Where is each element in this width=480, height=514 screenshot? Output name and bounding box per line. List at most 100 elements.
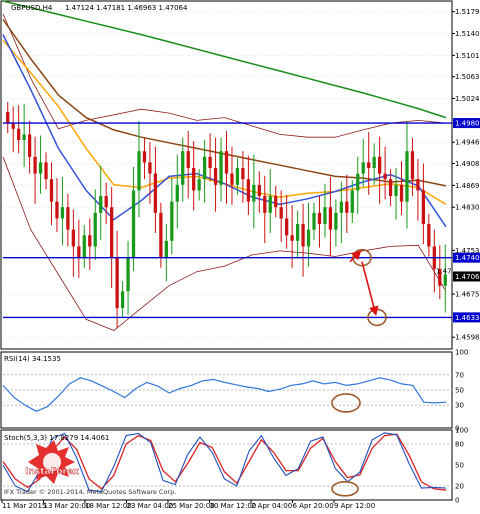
current-price-left-label: 1.47 <box>436 267 452 275</box>
candle-body <box>99 196 103 213</box>
candle-body <box>334 212 338 230</box>
time-tick-label: 6 Apr 20:00 <box>293 502 334 510</box>
level-tag-label: 1.47400 <box>455 254 480 262</box>
candle-body <box>416 179 420 191</box>
candle-body <box>66 207 70 230</box>
stoch-tick-label: 20 <box>455 483 464 491</box>
price-tick-label: 1.51010 <box>455 52 480 60</box>
candle-body <box>339 201 343 213</box>
candle-body <box>279 207 283 219</box>
time-tick-label: 2 Apr 04:00 <box>251 502 292 510</box>
candle-body <box>235 167 240 185</box>
moving-average-line <box>2 0 447 119</box>
price-tick-label: 1.51400 <box>455 30 480 38</box>
price-tick-label: 1.46750 <box>455 291 480 299</box>
candle-body <box>372 156 376 168</box>
price-tick-label: 1.49460 <box>455 139 480 147</box>
candle-body <box>181 151 185 185</box>
candle-body <box>192 167 196 191</box>
candle-body <box>11 123 15 129</box>
candle-body <box>38 162 43 174</box>
stoch-tick-label: 0 <box>455 497 459 505</box>
candle-body <box>153 173 158 213</box>
candle-body <box>148 162 152 174</box>
candle-body <box>268 196 272 213</box>
arrow-down <box>361 261 379 317</box>
candle-body <box>350 190 354 213</box>
price-tick-label: 1.51790 <box>455 8 480 16</box>
rsi-line <box>2 377 447 412</box>
candle-body <box>317 212 322 225</box>
candle-body <box>356 173 360 191</box>
horizontal-levels: 1.49802 1.47400 1.46334 1.470641.47 <box>3 118 480 323</box>
time-tick-label: 11 Mar 2015 <box>2 502 46 510</box>
candle-body <box>213 167 218 185</box>
candle-body <box>312 212 316 230</box>
candle-body <box>131 190 136 258</box>
candle-body <box>285 218 289 236</box>
candle-body <box>383 173 387 180</box>
candle-body <box>306 229 311 247</box>
stoch-tick-label: 50 <box>455 462 464 470</box>
copyright-text: IFX Trader © 2001-2014, MetaQuotes Softw… <box>4 488 176 496</box>
band-upper <box>2 13 447 138</box>
time-tick-label: 23 Mar 04:00 <box>127 502 174 510</box>
candle-body <box>110 207 114 258</box>
annotations <box>349 248 387 327</box>
candle-body <box>71 229 76 247</box>
price-tick-label: 1.47530 <box>455 247 480 255</box>
candle-body <box>49 179 54 202</box>
rsi-tick-label: 30 <box>455 402 464 410</box>
candle-body <box>367 162 371 168</box>
candle-body <box>197 179 201 191</box>
candle-body <box>405 151 409 202</box>
level-tag-label: 1.49802 <box>455 120 480 128</box>
candle-body <box>126 257 130 292</box>
candle-body <box>230 173 234 185</box>
time-tick-label: 18 Mar 12:00 <box>85 502 132 510</box>
candle-body <box>388 179 393 197</box>
candle-body <box>186 151 190 168</box>
candle-body <box>159 212 163 258</box>
candle-body <box>219 151 223 185</box>
price-tick-label: 1.50630 <box>455 73 480 81</box>
candle-body <box>60 207 65 219</box>
candle-body <box>394 184 398 197</box>
candle-body <box>301 224 305 247</box>
time-axis: 11 Mar 201513 Mar 20:0018 Mar 12:0023 Ma… <box>1 500 375 510</box>
chart-svg: 1.49802 1.47400 1.46334 1.470641.47 InstaFo… <box>0 0 480 510</box>
candle-body <box>164 240 168 258</box>
candle-body <box>202 156 207 180</box>
candle-body <box>88 235 92 247</box>
time-tick-label: 25 Mar 20:00 <box>168 502 215 510</box>
candle-body <box>323 207 327 225</box>
candle-body <box>27 134 32 157</box>
candle-body <box>93 212 97 247</box>
candle-body <box>377 156 382 174</box>
candle-body <box>208 156 212 168</box>
candle-body <box>170 201 174 241</box>
stoch-label: Stoch(5,3,3) 17.8279 14.4061 <box>4 434 109 442</box>
stoch-highlight-ellipse <box>331 480 359 497</box>
candle-body <box>328 207 333 230</box>
candle-body <box>410 151 415 180</box>
rsi-highlight-ellipse <box>331 393 361 413</box>
price-tick-label: 1.50240 <box>455 95 480 103</box>
candle-body <box>17 128 21 140</box>
candle-body <box>274 196 278 208</box>
time-tick-label: 13 Mar 20:00 <box>44 502 91 510</box>
price-axis: 1.51790 1.51400 1.51010 1.50630 1.50240 1.494… <box>452 8 480 342</box>
rsi-tick-label: 70 <box>455 371 464 379</box>
candle-body <box>44 162 48 180</box>
candle-body <box>295 224 300 241</box>
stoch-tick-label: 80 <box>455 441 464 449</box>
candle-body <box>224 151 229 174</box>
candle-body <box>427 224 431 247</box>
candle-body <box>82 235 86 258</box>
price-tick-label: 1.48300 <box>455 204 480 212</box>
candle-body <box>345 201 349 213</box>
price-tick-label: 1.48690 <box>455 182 480 190</box>
candle-body <box>77 246 81 258</box>
chart: 1.49802 1.47400 1.46334 1.470641.47 InstaFo… <box>0 0 480 510</box>
rsi-axis: 1007050300 <box>455 349 468 433</box>
